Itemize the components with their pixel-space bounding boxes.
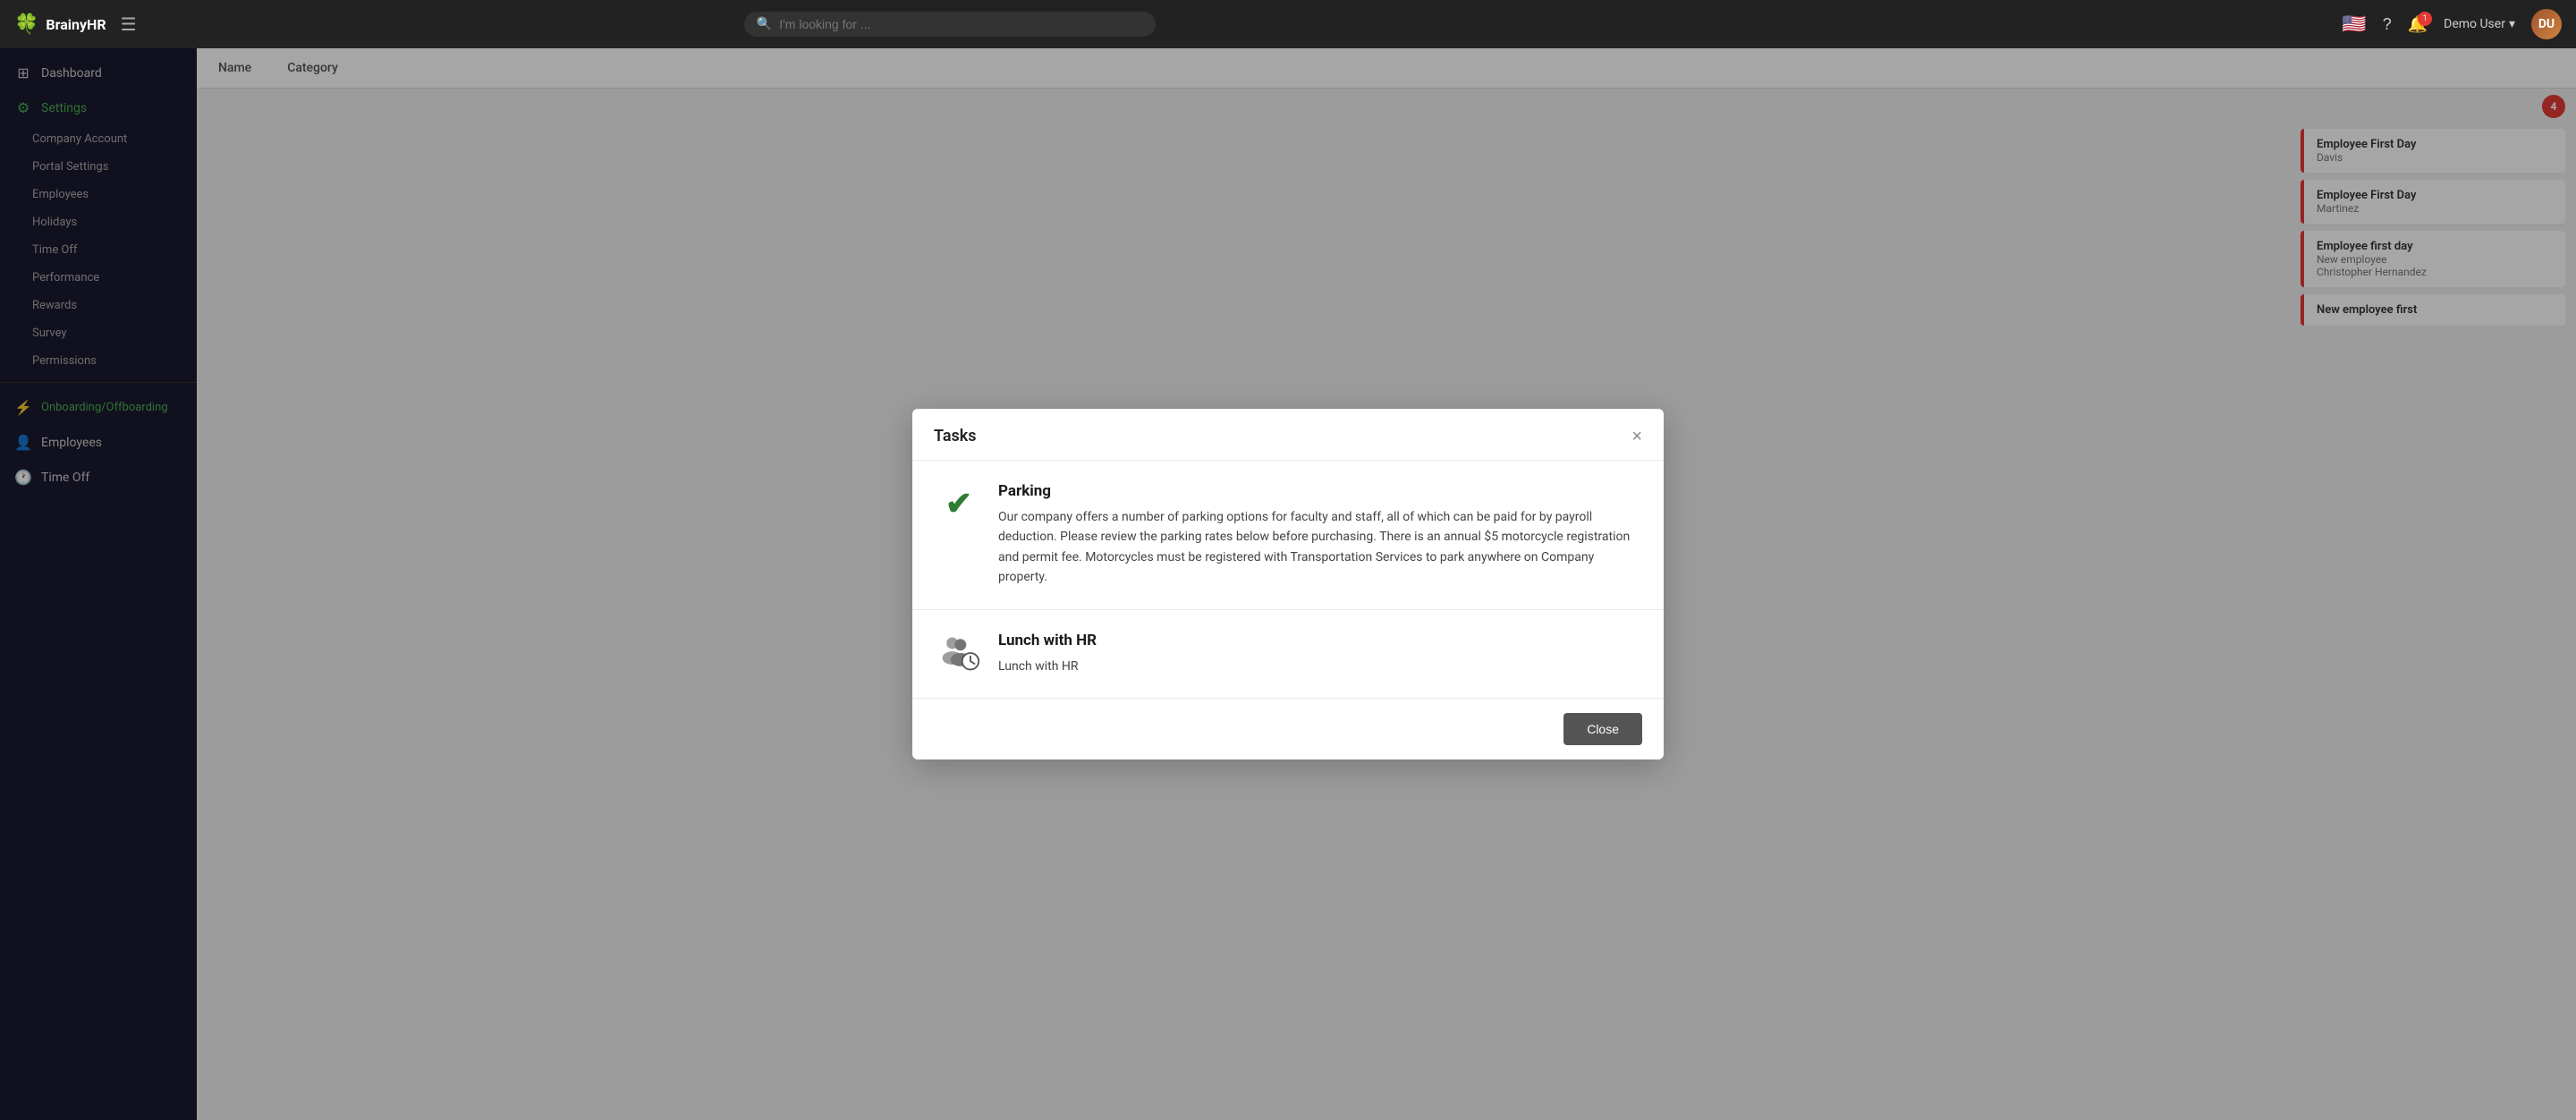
modal-overlay[interactable]: Tasks × ✔ Parking Our company offers a n… (0, 48, 2576, 1120)
tasks-modal: Tasks × ✔ Parking Our company offers a n… (912, 409, 1664, 759)
close-button[interactable]: Close (1563, 713, 1642, 745)
logo-text: BrainyHR (46, 16, 106, 33)
user-menu[interactable]: Demo User ▾ (2444, 17, 2515, 31)
search-input[interactable] (779, 17, 1143, 31)
task-content-parking: Parking Our company offers a number of p… (998, 482, 1639, 588)
search-bar: 🔍 (744, 12, 1156, 37)
task-item-lunch: Lunch with HR Lunch with HR (912, 610, 1664, 699)
user-label: Demo User (2444, 17, 2505, 31)
logo[interactable]: 🍀 BrainyHR (14, 13, 106, 36)
task-item-parking: ✔ Parking Our company offers a number of… (912, 461, 1664, 610)
task-desc-lunch: Lunch with HR (998, 657, 1639, 676)
avatar[interactable]: DU (2531, 9, 2562, 39)
notification-bell[interactable]: 🔔 1 (2408, 15, 2428, 34)
modal-body: ✔ Parking Our company offers a number of… (912, 461, 1664, 699)
modal-footer: Close (912, 699, 1664, 759)
task-content-lunch: Lunch with HR Lunch with HR (998, 632, 1639, 676)
people-clock-icon (937, 634, 980, 672)
logo-icon: 🍀 (14, 13, 38, 36)
modal-header: Tasks × (912, 409, 1664, 461)
task-title-parking: Parking (998, 482, 1639, 500)
nav-right: 🇺🇸 ? 🔔 1 Demo User ▾ DU (2342, 9, 2562, 39)
task-icon-parking: ✔ (937, 482, 980, 525)
hamburger-button[interactable]: ☰ (121, 13, 137, 36)
avatar-image: DU (2531, 9, 2562, 39)
modal-title: Tasks (934, 427, 977, 445)
task-desc-parking: Our company offers a number of parking o… (998, 507, 1639, 588)
notification-badge: 1 (2418, 12, 2432, 26)
task-title-lunch: Lunch with HR (998, 632, 1639, 649)
user-dropdown-icon: ▾ (2509, 17, 2515, 31)
check-icon: ✔ (945, 485, 972, 522)
task-icon-lunch (937, 632, 980, 675)
top-nav: 🍀 BrainyHR ☰ 🔍 🇺🇸 ? 🔔 1 Demo User ▾ DU (0, 0, 2576, 48)
flag-icon[interactable]: 🇺🇸 (2342, 13, 2366, 36)
modal-close-button[interactable]: × (1631, 428, 1642, 445)
help-button[interactable]: ? (2383, 15, 2392, 34)
search-icon: 🔍 (757, 17, 772, 31)
